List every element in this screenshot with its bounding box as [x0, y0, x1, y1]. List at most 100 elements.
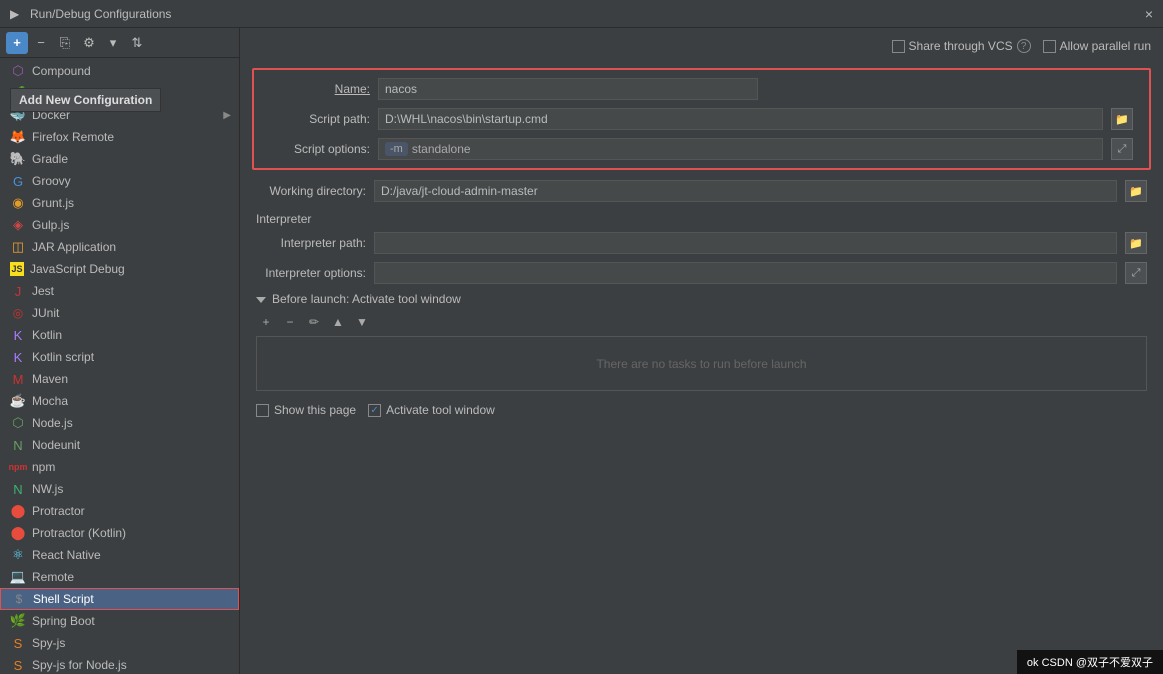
script-options-expand-button[interactable]: ⤢ — [1111, 138, 1133, 160]
minus-icon: − — [37, 35, 45, 50]
share-vcs-help-icon[interactable]: ? — [1017, 39, 1031, 53]
show-page-group: Show this page — [256, 403, 356, 417]
sidebar-item-javascript-debug[interactable]: JS JavaScript Debug — [0, 258, 239, 280]
activate-tool-window-group: Activate tool window — [368, 403, 495, 417]
right-panel: Share through VCS ? Allow parallel run N… — [240, 28, 1163, 674]
remove-configuration-button[interactable]: − — [30, 32, 52, 54]
working-directory-input[interactable] — [374, 180, 1117, 202]
interpreter-path-browse-button[interactable]: 📁 — [1125, 232, 1147, 254]
maven-icon: M — [10, 371, 26, 387]
interpreter-path-input[interactable] — [374, 232, 1117, 254]
allow-parallel-group: Allow parallel run — [1043, 39, 1151, 53]
spy-icon: S — [10, 635, 26, 651]
sidebar-item-protractor[interactable]: ⬤ Protractor — [0, 500, 239, 522]
sidebar-item-remote[interactable]: 💻 Remote — [0, 566, 239, 588]
sidebar-item-mocha[interactable]: ☕ Mocha — [0, 390, 239, 412]
name-label: Name: — [270, 82, 370, 96]
interpreter-section: Interpreter Interpreter path: 📁 Interpre… — [240, 208, 1163, 288]
spring-icon: 🌿 — [10, 613, 26, 629]
copy-configuration-button[interactable]: ⎘ — [54, 32, 76, 54]
sidebar-item-label: NW.js — [32, 482, 63, 496]
remote-icon: 💻 — [10, 569, 26, 585]
sidebar-item-spring-boot[interactable]: 🌿 Spring Boot — [0, 610, 239, 632]
script-path-browse-button[interactable]: 📁 — [1111, 108, 1133, 130]
sidebar: + Add New Configuration − ⎘ ⚙ ▾ ⇅ — [0, 28, 240, 674]
sidebar-item-protractor-kotlin[interactable]: ⬤ Protractor (Kotlin) — [0, 522, 239, 544]
before-launch-edit-button[interactable]: ✏ — [304, 312, 324, 332]
name-input[interactable] — [378, 78, 758, 100]
sidebar-item-label: Compound — [32, 64, 91, 78]
show-page-checkbox[interactable] — [256, 404, 269, 417]
before-launch-remove-button[interactable]: − — [280, 312, 300, 332]
npm-icon: npm — [10, 459, 26, 475]
sidebar-item-compound[interactable]: ⬡ Compound — [0, 60, 239, 82]
sidebar-item-label: Protractor (Kotlin) — [32, 526, 126, 540]
sidebar-item-junit[interactable]: ◎ JUnit — [0, 302, 239, 324]
folder-icon: 📁 — [1129, 185, 1143, 198]
allow-parallel-checkbox[interactable] — [1043, 40, 1056, 53]
sidebar-toolbar: + Add New Configuration − ⎘ ⚙ ▾ ⇅ — [0, 28, 239, 58]
grunt-icon: ◉ — [10, 195, 26, 211]
react-icon: ⚛ — [10, 547, 26, 563]
sidebar-item-firefox-remote[interactable]: 🦊 Firefox Remote — [0, 126, 239, 148]
close-button[interactable]: × — [1145, 6, 1153, 22]
sidebar-item-gradle[interactable]: 🐘 Gradle — [0, 148, 239, 170]
sidebar-item-gulp-js[interactable]: ◈ Gulp.js — [0, 214, 239, 236]
script-options-input[interactable]: -m standalone — [378, 138, 1103, 160]
activate-tool-window-checkbox[interactable] — [368, 404, 381, 417]
before-launch-title: Before launch: Activate tool window — [272, 292, 461, 306]
before-launch-add-button[interactable]: + — [256, 312, 276, 332]
interpreter-options-expand-button[interactable]: ⤢ — [1125, 262, 1147, 284]
sort-button[interactable]: ⇅ — [126, 32, 148, 54]
jar-icon: ◫ — [10, 239, 26, 255]
sidebar-item-kotlin-script[interactable]: K Kotlin script — [0, 346, 239, 368]
sidebar-item-spy-js[interactable]: S Spy-js — [0, 632, 239, 654]
share-vcs-group: Share through VCS ? — [892, 39, 1031, 53]
sidebar-item-shell-script[interactable]: $ Shell Script — [0, 588, 239, 610]
main-content: + Add New Configuration − ⎘ ⚙ ▾ ⇅ — [0, 28, 1163, 674]
sidebar-item-react-native[interactable]: ⚛ React Native — [0, 544, 239, 566]
settings-button[interactable]: ⚙ — [78, 32, 100, 54]
sidebar-item-label: Firefox Remote — [32, 130, 114, 144]
sidebar-item-label: Spy-js for Node.js — [32, 658, 127, 672]
sidebar-item-kotlin[interactable]: K Kotlin — [0, 324, 239, 346]
working-directory-browse-button[interactable]: 📁 — [1125, 180, 1147, 202]
sidebar-item-nodeunit[interactable]: N Nodeunit — [0, 434, 239, 456]
sidebar-item-maven[interactable]: M Maven — [0, 368, 239, 390]
dropdown-button[interactable]: ▾ — [102, 32, 124, 54]
sidebar-item-spy-js-node[interactable]: S Spy-js for Node.js — [0, 654, 239, 674]
sidebar-item-label: npm — [32, 460, 55, 474]
sidebar-item-jest[interactable]: J Jest — [0, 280, 239, 302]
share-vcs-checkbox[interactable] — [892, 40, 905, 53]
before-launch-up-button[interactable]: ▲ — [328, 312, 348, 332]
title-bar-left: ▶ Run/Debug Configurations — [10, 7, 171, 21]
sort-icon: ⇅ — [132, 35, 143, 51]
gear-icon: ⚙ — [83, 35, 95, 51]
sidebar-item-groovy[interactable]: G Groovy — [0, 170, 239, 192]
expand-icon: ⤢ — [1118, 143, 1127, 156]
interpreter-path-label: Interpreter path: — [256, 236, 366, 250]
sidebar-item-label: Node.js — [32, 416, 73, 430]
gulp-icon: ◈ — [10, 217, 26, 233]
sidebar-item-jar-application[interactable]: ◫ JAR Application — [0, 236, 239, 258]
run-debug-configurations-window: ▶ Run/Debug Configurations × + Add New C… — [0, 0, 1163, 674]
interpreter-options-input[interactable] — [374, 262, 1117, 284]
before-launch-collapse-icon[interactable] — [256, 292, 266, 306]
script-options-label: Script options: — [270, 142, 370, 156]
interpreter-title: Interpreter — [256, 212, 1147, 226]
add-configuration-button[interactable]: + Add New Configuration — [6, 32, 28, 54]
sidebar-item-label: JAR Application — [32, 240, 116, 254]
sidebar-item-npm[interactable]: npm npm — [0, 456, 239, 478]
sidebar-item-nw-js[interactable]: N NW.js — [0, 478, 239, 500]
before-launch-down-button[interactable]: ▼ — [352, 312, 372, 332]
before-launch-tasks-area: There are no tasks to run before launch — [256, 336, 1147, 391]
sidebar-item-grunt-js[interactable]: ◉ Grunt.js — [0, 192, 239, 214]
node-icon: ⬡ — [10, 415, 26, 431]
mocha-icon: ☕ — [10, 393, 26, 409]
nw-icon: N — [10, 481, 26, 497]
sidebar-item-node-js[interactable]: ⬡ Node.js — [0, 412, 239, 434]
script-path-input[interactable] — [378, 108, 1103, 130]
copy-icon: ⎘ — [60, 35, 70, 51]
window-icon: ▶ — [10, 7, 24, 21]
add-new-configuration-tooltip: Add New Configuration — [10, 88, 161, 112]
